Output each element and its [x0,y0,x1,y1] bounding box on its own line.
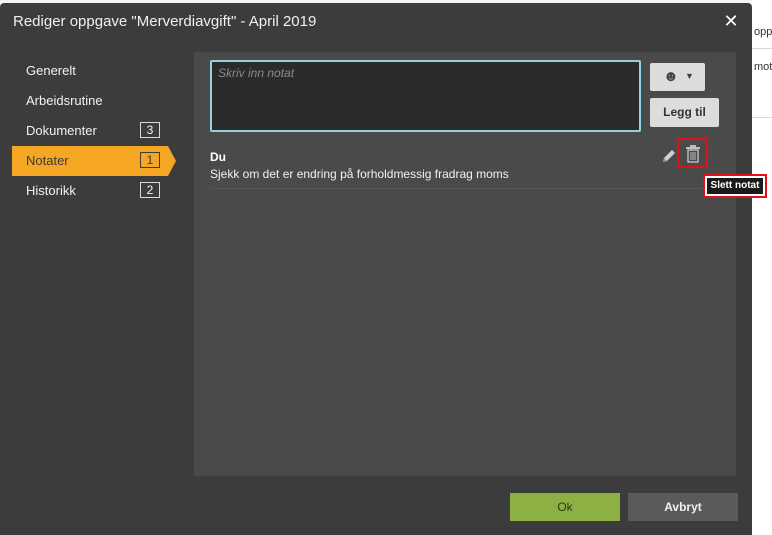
tooltip-text: Slett notat [707,178,763,194]
note-input[interactable] [210,60,641,132]
background-divider [752,48,772,49]
delete-note-tooltip: Slett notat [703,174,767,198]
background-text-fragment: mot [754,61,772,73]
sidebar-item-generelt[interactable]: Generelt [12,56,176,86]
sidebar-item-notater[interactable]: Notater 1 [12,146,176,176]
edit-task-dialog: Rediger oppgave "Merverdiavgift" - April… [0,3,752,535]
background-page: opp mot [752,0,772,535]
trash-icon[interactable] [685,145,701,163]
count-badge: 1 [140,152,160,168]
dialog-title: Rediger oppgave "Merverdiavgift" - April… [13,13,317,30]
count-badge: 2 [140,182,160,198]
dialog-titlebar: Rediger oppgave "Merverdiavgift" - April… [0,3,752,39]
emoji-picker-button[interactable]: ☻ ▼ [650,63,705,91]
delete-note-highlight [677,138,708,168]
count-badge: 3 [140,122,160,138]
cancel-button[interactable]: Avbryt [628,493,738,521]
notes-panel: ☻ ▼ Legg til Du Sjekk om det er endring … [194,52,736,476]
sidebar-item-arbeidsrutine[interactable]: Arbeidsrutine [12,86,176,116]
smiley-icon: ☻ [663,68,679,85]
sidebar-item-label: Historikk [26,183,76,198]
sidebar-item-dokumenter[interactable]: Dokumenter 3 [12,116,176,146]
note-author: Du [210,150,226,164]
note-divider [210,188,720,189]
pencil-icon[interactable] [660,147,678,165]
background-divider [752,117,772,118]
sidebar-item-label: Generelt [26,63,76,78]
sidebar-item-label: Arbeidsrutine [26,93,103,108]
ok-button[interactable]: Ok [510,493,620,521]
chevron-down-icon: ▼ [685,71,694,81]
sidebar-item-historikk[interactable]: Historikk 2 [12,176,176,206]
sidebar-item-label: Notater [26,153,69,168]
background-text-fragment: opp [754,26,772,38]
sidebar-item-label: Dokumenter [26,123,97,138]
add-note-button[interactable]: Legg til [650,98,719,127]
close-icon[interactable]: ✕ [722,12,740,30]
note-text: Sjekk om det er endring på forholdmessig… [210,167,509,181]
